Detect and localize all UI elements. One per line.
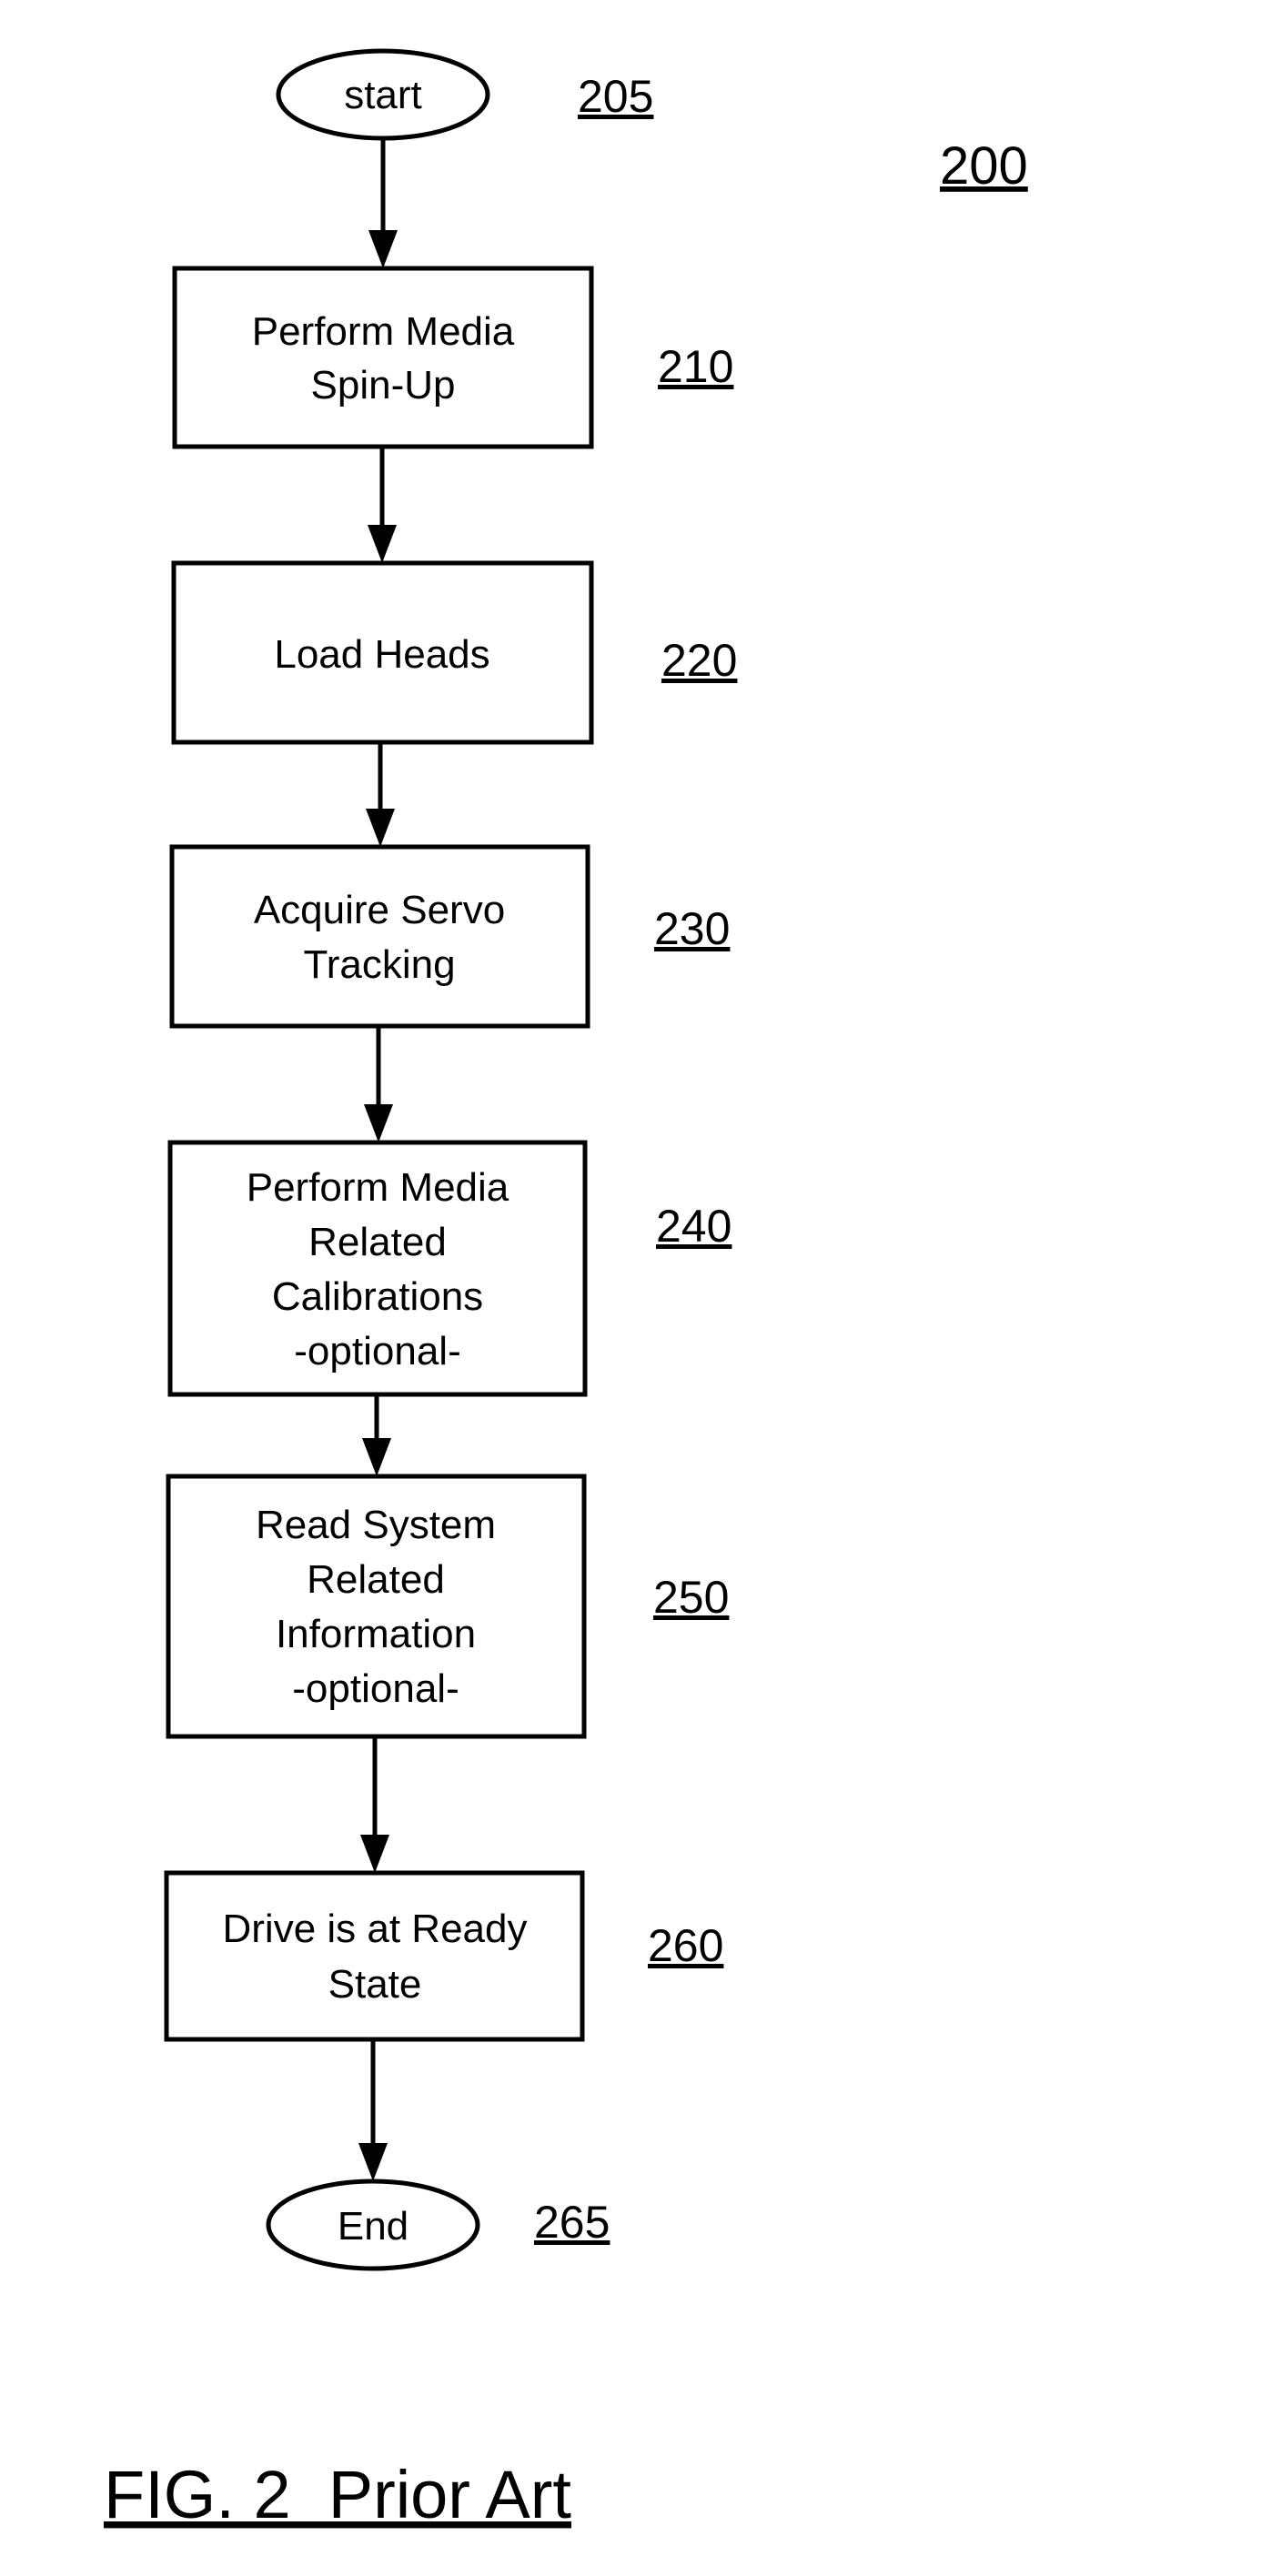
process-box [172,266,594,449]
process-text-line: -optional- [292,1666,459,1711]
start-terminal: start [276,48,490,141]
arrow-head-icon [364,1104,393,1142]
process-text-line: Perform Media [252,309,515,354]
arrow-220-to-230 [366,742,395,847]
ref-205: 205 [578,71,653,122]
process-box [169,844,590,1029]
ref-210: 210 [658,341,733,392]
process-steps: Perform Media Spin-Up 210 Load Heads 220 Acqu… [164,266,737,2042]
arrow-head-icon [362,1438,391,1476]
process-text-line: Related [307,1557,445,1602]
process-step-230: Acquire Servo Tracking 230 [169,844,730,1029]
figure-caption: FIG. 2 Prior Art [104,2457,571,2532]
arrow-head-icon [368,525,397,563]
arrow-head-icon [358,2143,388,2181]
arrow-240-to-250 [362,1394,391,1476]
ref-265: 265 [534,2197,610,2248]
ref-230: 230 [654,903,730,954]
process-text-line: Drive is at Ready [222,1907,527,1951]
ref-260: 260 [648,1920,723,1971]
process-text-line: State [328,1962,422,2007]
process-text-line: Acquire Servo [254,888,505,932]
process-step-240: Perform Media Related Calibrations -optiona… [167,1140,731,1397]
process-text-line: Related [308,1220,447,1264]
start-label: start [344,73,422,117]
flowchart: start 205 200 Perform Media Spin-Up 210 Loa… [104,48,1028,2532]
process-step-220: Load Heads 220 [171,560,737,745]
arrow-260-to-end [358,2039,388,2181]
arrow-210-to-220 [368,447,397,563]
arrow-start-to-210 [368,138,398,268]
process-step-260: Drive is at Ready State 260 [164,1870,723,2042]
process-text-line: Load Heads [274,632,489,677]
ref-220: 220 [661,635,737,686]
process-text-line: Perform Media [247,1165,509,1210]
ref-240: 240 [656,1201,731,1252]
arrow-head-icon [368,230,398,268]
process-text-line: Information [276,1612,476,1656]
arrow-250-to-260 [360,1736,389,1873]
process-box [164,1870,585,2042]
process-step-210: Perform Media Spin-Up 210 [172,266,733,449]
process-text-line: Calibrations [272,1274,483,1319]
end-label: End [338,2204,409,2249]
process-text-line: Read System [256,1503,496,1547]
process-text-line: Tracking [303,942,455,987]
end-terminal: End [266,2179,480,2271]
arrow-head-icon [360,1835,389,1873]
arrow-head-icon [366,809,395,847]
figure-ref-200: 200 [940,136,1028,196]
ref-250: 250 [653,1572,729,1623]
arrow-230-to-240 [364,1026,393,1142]
process-text-line: Spin-Up [311,363,456,408]
process-step-250: Read System Related Information -optional- 2… [166,1474,729,1739]
process-text-line: -optional- [294,1329,460,1374]
